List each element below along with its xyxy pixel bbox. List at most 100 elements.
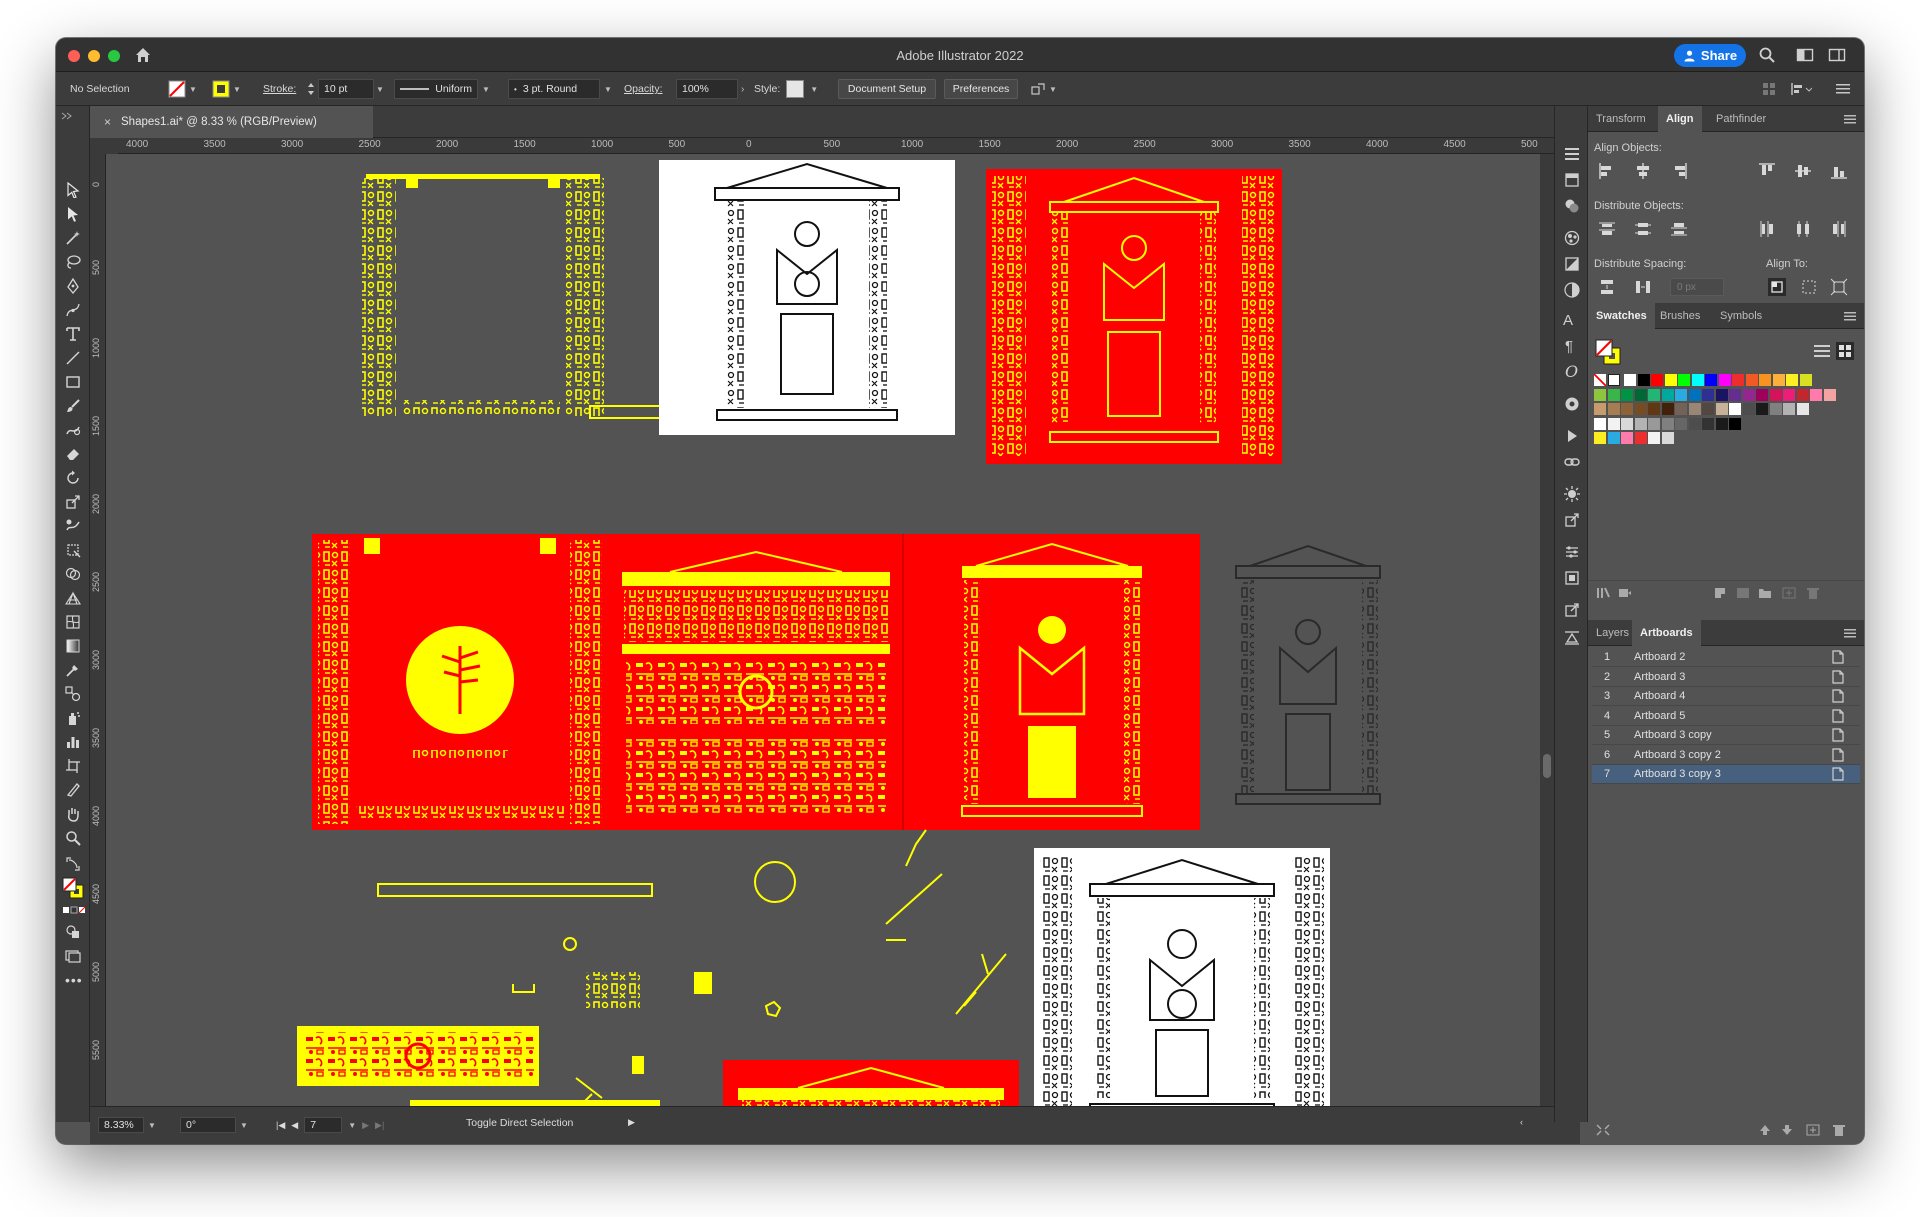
artwork-red-circuit-panel[interactable] (608, 534, 904, 830)
color-swatch[interactable] (1661, 403, 1674, 415)
actions-play-icon[interactable] (1564, 428, 1580, 444)
color-swatch[interactable] (1594, 417, 1606, 430)
color-swatch[interactable] (1675, 417, 1687, 430)
new-swatch-icon[interactable] (1782, 587, 1796, 599)
gradient-tool-icon[interactable] (65, 638, 81, 654)
color-swatch[interactable] (1769, 388, 1782, 401)
artboard-options-icon[interactable] (1830, 650, 1846, 664)
color-swatch[interactable] (1715, 417, 1728, 430)
color-swatch[interactable] (1729, 403, 1741, 415)
mesh-tool-icon[interactable] (65, 614, 81, 630)
color-swatch[interactable] (1661, 417, 1674, 430)
color-swatch[interactable] (1756, 403, 1768, 415)
fill-stroke-selector[interactable] (61, 876, 85, 900)
stroke-color-picker[interactable]: ▼ (212, 72, 241, 106)
document-tab[interactable]: × Shapes1.ai* @ 8.33 % (RGB/Preview) (90, 106, 373, 138)
artwork-red-yellow-top[interactable] (986, 169, 1282, 464)
vertical-ruler[interactable]: 0 500 1000 1500 2000 2500 3000 3500 4000 4500 5000… (90, 154, 106, 1106)
color-swatch[interactable] (1661, 432, 1674, 444)
vertical-scrollbar[interactable] (1540, 154, 1554, 1106)
swap-fill-stroke-icon[interactable] (65, 856, 81, 872)
thumbnail-view-icon[interactable] (1836, 342, 1854, 360)
align-to-artboard-icon[interactable] (1830, 278, 1848, 296)
artboard-row[interactable]: 2 Artboard 3 (1592, 668, 1860, 687)
tab-layers[interactable]: Layers (1588, 620, 1637, 646)
variable-width-profile[interactable]: Uniform (394, 79, 478, 99)
artwork-gray-line-art[interactable] (1235, 544, 1381, 805)
artboard-name[interactable]: Artboard 3 (1634, 671, 1830, 683)
screen-mode-icon[interactable] (65, 948, 81, 964)
control-bar-menu-icon[interactable] (1836, 83, 1850, 95)
line-segment-tool-icon[interactable] (65, 350, 81, 366)
artboard-name[interactable]: Artboard 4 (1634, 690, 1830, 702)
color-swatch[interactable] (1742, 388, 1755, 401)
swatch-fill-stroke-icon[interactable] (1594, 338, 1622, 366)
list-view-icon[interactable] (1814, 344, 1830, 358)
hand-tool-icon[interactable] (65, 806, 81, 822)
opacity-input[interactable]: 100% (676, 79, 738, 99)
artboards-panel-menu-icon[interactable] (1844, 629, 1856, 638)
shape-builder-tool-icon[interactable] (65, 566, 81, 582)
artboard-name[interactable]: Artboard 3 copy 3 (1634, 768, 1830, 780)
new-artboard-icon[interactable] (1806, 1124, 1820, 1136)
vertical-scroll-thumb[interactable] (1543, 754, 1551, 778)
color-swatch[interactable] (1810, 388, 1822, 401)
delete-swatch-icon[interactable] (1806, 587, 1820, 599)
magic-wand-tool-icon[interactable] (65, 230, 81, 246)
color-swatch[interactable] (1715, 388, 1728, 401)
blend-tool-icon[interactable] (65, 686, 81, 702)
opentype-icon[interactable]: O (1565, 362, 1578, 381)
stroke-stepper-icon[interactable] (306, 81, 316, 97)
color-swatch[interactable] (1648, 403, 1660, 415)
artboard-options-icon[interactable] (1830, 767, 1846, 781)
color-mode-icons[interactable] (62, 906, 86, 914)
align-strip-icon[interactable] (1564, 630, 1580, 646)
document-setup-button[interactable]: Document Setup (838, 79, 936, 99)
align-vertical-center-icon[interactable] (1794, 162, 1812, 180)
color-swatch[interactable] (1729, 388, 1741, 401)
color-swatch[interactable] (1634, 403, 1647, 415)
swatches-panel-menu-icon[interactable] (1844, 312, 1856, 321)
color-swatch[interactable] (1607, 403, 1620, 415)
color-swatch[interactable] (1648, 432, 1660, 444)
zoom-tool-icon[interactable] (65, 830, 81, 846)
color-swatch[interactable] (1702, 388, 1714, 401)
artboard-row[interactable]: 7 Artboard 3 copy 3 (1592, 765, 1860, 784)
color-swatch[interactable] (1607, 432, 1620, 444)
tab-transform[interactable]: Transform (1588, 106, 1654, 132)
pen-tool-icon[interactable] (65, 278, 81, 294)
status-menu-arrow[interactable]: ▶ (628, 1117, 635, 1128)
spacing-value-input[interactable]: 0 px (1670, 278, 1724, 296)
distribute-vertical-center-icon[interactable] (1634, 220, 1652, 238)
tab-align[interactable]: Align (1658, 106, 1702, 132)
color-swatch[interactable] (1786, 374, 1798, 386)
opacity-expand-icon[interactable]: › (741, 84, 744, 95)
move-down-icon[interactable] (1780, 1124, 1794, 1136)
color-swatch[interactable] (1621, 403, 1633, 415)
color-swatch[interactable] (1799, 374, 1812, 386)
zoom-dropdown[interactable]: ▼ (148, 1121, 156, 1130)
align-top-icon[interactable] (1758, 162, 1776, 180)
color-swatch[interactable] (1607, 417, 1620, 430)
color-swatch[interactable] (1796, 403, 1809, 415)
distribute-left-icon[interactable] (1758, 220, 1776, 238)
artwork-yellow-strip[interactable] (297, 1026, 660, 1106)
align-bottom-icon[interactable] (1830, 162, 1848, 180)
artboard-row[interactable]: 5 Artboard 3 copy (1592, 726, 1860, 745)
share-button[interactable]: Share (1674, 44, 1746, 67)
color-swatch[interactable] (1688, 417, 1701, 430)
color-swatch[interactable] (1769, 403, 1782, 415)
color-swatch[interactable] (1621, 417, 1633, 430)
symbol-sprayer-tool-icon[interactable] (65, 710, 81, 726)
direct-selection-tool-icon[interactable] (65, 206, 81, 222)
color-swatch[interactable] (1772, 374, 1785, 386)
perspective-grid-tool-icon[interactable] (65, 590, 81, 606)
artboard-row[interactable]: 3 Artboard 4 (1592, 687, 1860, 706)
free-transform-tool-icon[interactable] (65, 542, 81, 558)
color-swatch[interactable] (1732, 374, 1744, 386)
color-swatch[interactable] (1634, 417, 1647, 430)
transparency-icon[interactable] (1564, 570, 1580, 586)
color-swatch[interactable] (1729, 417, 1741, 430)
align-to-selection-icon[interactable] (1800, 278, 1818, 296)
rotation-input[interactable]: 0° (180, 1117, 236, 1133)
